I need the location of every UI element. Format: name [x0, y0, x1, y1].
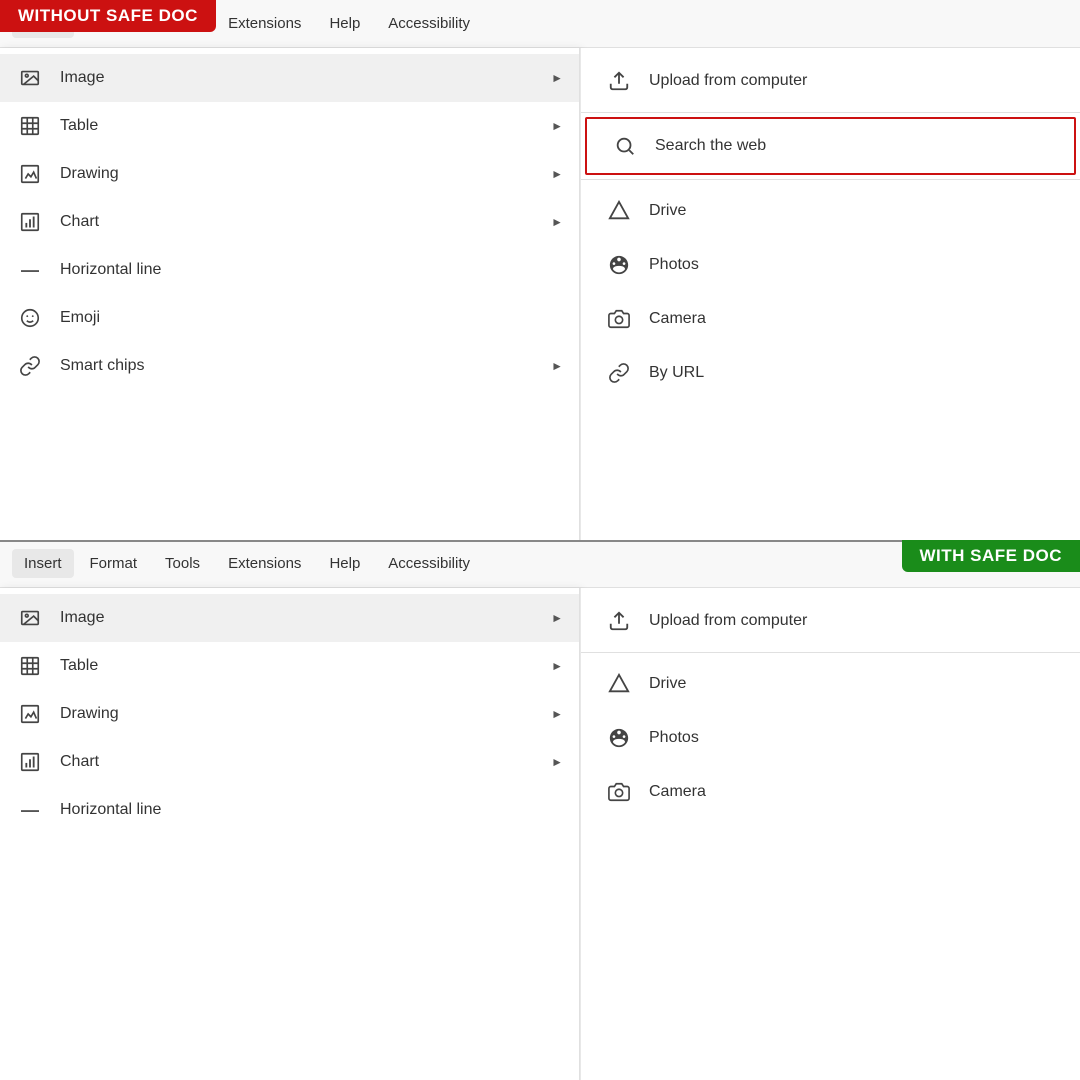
table-label-top: Table [60, 117, 535, 135]
search-web-item-top[interactable]: Search the web [585, 117, 1076, 175]
camera-label-bottom: Camera [649, 783, 706, 801]
badge-without: WITHOUT SAFE DOC [0, 0, 216, 32]
table-icon-top [16, 112, 44, 140]
panel-without-safe-doc: WITHOUT SAFE DOC Insert Format Tools Ext… [0, 0, 1080, 540]
table-icon-bottom [16, 652, 44, 680]
right-menu-bottom: Upload from computer Drive [580, 588, 1080, 1080]
chart-label-top: Chart [60, 213, 535, 231]
upload-icon-top [605, 67, 633, 95]
photos-label-bottom: Photos [649, 729, 699, 747]
menu-row-smartchips-top[interactable]: Smart chips ► [0, 342, 579, 390]
image-arrow-bottom: ► [551, 611, 563, 625]
hline-label-top: Horizontal line [60, 261, 563, 279]
menu-row-drawing-bottom[interactable]: Drawing ► [0, 690, 579, 738]
drawing-icon-top [16, 160, 44, 188]
photos-label-top: Photos [649, 256, 699, 274]
url-icon-top [605, 359, 633, 387]
menu-row-table-bottom[interactable]: Table ► [0, 642, 579, 690]
upload-computer-item-top[interactable]: Upload from computer [581, 54, 1080, 108]
menu-row-image-bottom[interactable]: Image ► [0, 594, 579, 642]
chart-arrow-top: ► [551, 215, 563, 229]
drive-icon-bottom [605, 670, 633, 698]
menu-row-chart-top[interactable]: Chart ► [0, 198, 579, 246]
menu-accessibility-bottom[interactable]: Accessibility [376, 549, 482, 578]
menu-help-top[interactable]: Help [317, 9, 372, 38]
drive-label-top: Drive [649, 202, 686, 220]
left-menu-bottom: Image ► Table ► [0, 588, 580, 1080]
chart-arrow-bottom: ► [551, 755, 563, 769]
image-label-bottom: Image [60, 609, 535, 627]
smartchips-icon-top [16, 352, 44, 380]
dropdown-area-top: Image ► Table ► [0, 48, 1080, 540]
chart-icon-top [16, 208, 44, 236]
hline-label-bottom: Horizontal line [60, 801, 563, 819]
drawing-icon-bottom [16, 700, 44, 728]
drive-label-bottom: Drive [649, 675, 686, 693]
badge-with: WITH SAFE DOC [902, 540, 1080, 572]
menu-row-image-top[interactable]: Image ► [0, 54, 579, 102]
drawing-arrow-bottom: ► [551, 707, 563, 721]
menu-extensions-top[interactable]: Extensions [216, 9, 313, 38]
image-icon-top [16, 64, 44, 92]
hline-icon-bottom: — [16, 796, 44, 824]
upload-computer-item-bottom[interactable]: Upload from computer [581, 594, 1080, 648]
menu-row-chart-bottom[interactable]: Chart ► [0, 738, 579, 786]
camera-icon-top [605, 305, 633, 333]
right-menu-top: Upload from computer Search the web [580, 48, 1080, 540]
table-label-bottom: Table [60, 657, 535, 675]
search-web-label-top: Search the web [655, 137, 766, 155]
drive-item-top[interactable]: Drive [581, 184, 1080, 238]
menu-help-bottom[interactable]: Help [317, 549, 372, 578]
menu-row-drawing-top[interactable]: Drawing ► [0, 150, 579, 198]
menu-insert-bottom[interactable]: Insert [12, 549, 74, 578]
camera-item-bottom[interactable]: Camera [581, 765, 1080, 819]
hline-icon-top: — [16, 256, 44, 284]
upload-icon-bottom [605, 607, 633, 635]
chart-label-bottom: Chart [60, 753, 535, 771]
menu-format-bottom[interactable]: Format [78, 549, 150, 578]
smartchips-label-top: Smart chips [60, 357, 535, 375]
drawing-label-top: Drawing [60, 165, 535, 183]
table-arrow-top: ► [551, 119, 563, 133]
photos-icon-top [605, 251, 633, 279]
photos-item-bottom[interactable]: Photos [581, 711, 1080, 765]
menu-row-table-top[interactable]: Table ► [0, 102, 579, 150]
byurl-item-top[interactable]: By URL [581, 346, 1080, 400]
table-arrow-bottom: ► [551, 659, 563, 673]
camera-label-top: Camera [649, 310, 706, 328]
drawing-label-bottom: Drawing [60, 705, 535, 723]
camera-item-top[interactable]: Camera [581, 292, 1080, 346]
image-label-top: Image [60, 69, 535, 87]
menu-row-hline-top[interactable]: — Horizontal line [0, 246, 579, 294]
smartchips-arrow-top: ► [551, 359, 563, 373]
upload-label-bottom: Upload from computer [649, 612, 807, 630]
image-icon-bottom [16, 604, 44, 632]
menu-tools-bottom[interactable]: Tools [153, 549, 212, 578]
divider-2-top [581, 179, 1080, 180]
drive-icon-top [605, 197, 633, 225]
menu-extensions-bottom[interactable]: Extensions [216, 549, 313, 578]
drive-item-bottom[interactable]: Drive [581, 657, 1080, 711]
menu-row-hline-bottom[interactable]: — Horizontal line [0, 786, 579, 834]
search-icon-top [611, 132, 639, 160]
drawing-arrow-top: ► [551, 167, 563, 181]
divider-1-top [581, 112, 1080, 113]
camera-icon-bottom [605, 778, 633, 806]
emoji-icon-top [16, 304, 44, 332]
panel-with-safe-doc: WITH SAFE DOC Insert Format Tools Extens… [0, 540, 1080, 1080]
upload-label-top: Upload from computer [649, 72, 807, 90]
dropdown-area-bottom: Image ► Table ► [0, 588, 1080, 1080]
photos-icon-bottom [605, 724, 633, 752]
left-menu-top: Image ► Table ► [0, 48, 580, 540]
divider-1-bottom [581, 652, 1080, 653]
emoji-label-top: Emoji [60, 309, 563, 327]
menu-accessibility-top[interactable]: Accessibility [376, 9, 482, 38]
menu-row-emoji-top[interactable]: Emoji [0, 294, 579, 342]
image-arrow-top: ► [551, 71, 563, 85]
photos-item-top[interactable]: Photos [581, 238, 1080, 292]
chart-icon-bottom [16, 748, 44, 776]
byurl-label-top: By URL [649, 364, 704, 382]
